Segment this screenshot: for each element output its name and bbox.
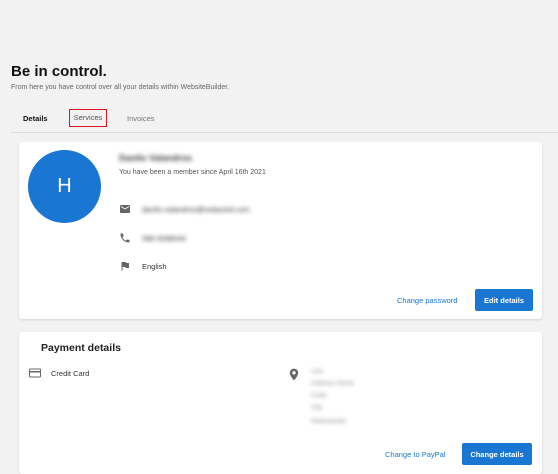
billing-address: Line Address Name Code City bbox=[311, 366, 354, 414]
email-value: danilo.valandros@redacted.com bbox=[142, 204, 250, 214]
address-line: Address Name bbox=[311, 380, 354, 387]
tab-services[interactable]: Services bbox=[69, 109, 107, 127]
payment-method-label: Credit Card bbox=[51, 368, 90, 378]
credit-card-icon bbox=[29, 368, 41, 378]
flag-icon bbox=[121, 262, 129, 271]
payment-title: Payment details bbox=[41, 342, 121, 354]
payment-method: Credit Card bbox=[29, 368, 89, 378]
profile-name: Danilo Valandros bbox=[119, 153, 193, 163]
change-password-link[interactable]: Change password bbox=[397, 296, 457, 305]
location-pin-icon bbox=[289, 368, 299, 381]
tab-invoices[interactable]: Invoices bbox=[127, 109, 155, 131]
page-subtitle: From here you have control over all your… bbox=[11, 84, 230, 91]
change-to-paypal-link[interactable]: Change to PayPal bbox=[385, 450, 445, 459]
page-title: Be in control. bbox=[11, 63, 107, 80]
language-row: English bbox=[119, 260, 167, 272]
language-value: English bbox=[142, 261, 167, 271]
address-country: Netherlands bbox=[311, 418, 347, 425]
phone-value: 088 0098044 bbox=[142, 233, 186, 243]
phone-icon bbox=[120, 233, 130, 243]
tab-details[interactable]: Details bbox=[23, 109, 48, 131]
change-details-button[interactable]: Change details bbox=[462, 443, 532, 465]
edit-details-button[interactable]: Edit details bbox=[475, 289, 533, 311]
email-row: danilo.valandros@redacted.com bbox=[119, 203, 250, 215]
member-since: You have been a member since April 16th … bbox=[119, 169, 266, 176]
avatar: H bbox=[28, 150, 101, 223]
tab-bar: Details Services Invoices bbox=[11, 109, 558, 133]
phone-row: 088 0098044 bbox=[119, 232, 186, 244]
payment-card: Payment details Credit Card Line Address… bbox=[19, 332, 542, 474]
profile-card: H Danilo Valandros You have been a membe… bbox=[19, 142, 542, 319]
address-line: Code bbox=[311, 392, 327, 399]
address-line: Line bbox=[311, 368, 324, 375]
address-line: City bbox=[311, 404, 323, 411]
mail-icon bbox=[120, 205, 130, 213]
